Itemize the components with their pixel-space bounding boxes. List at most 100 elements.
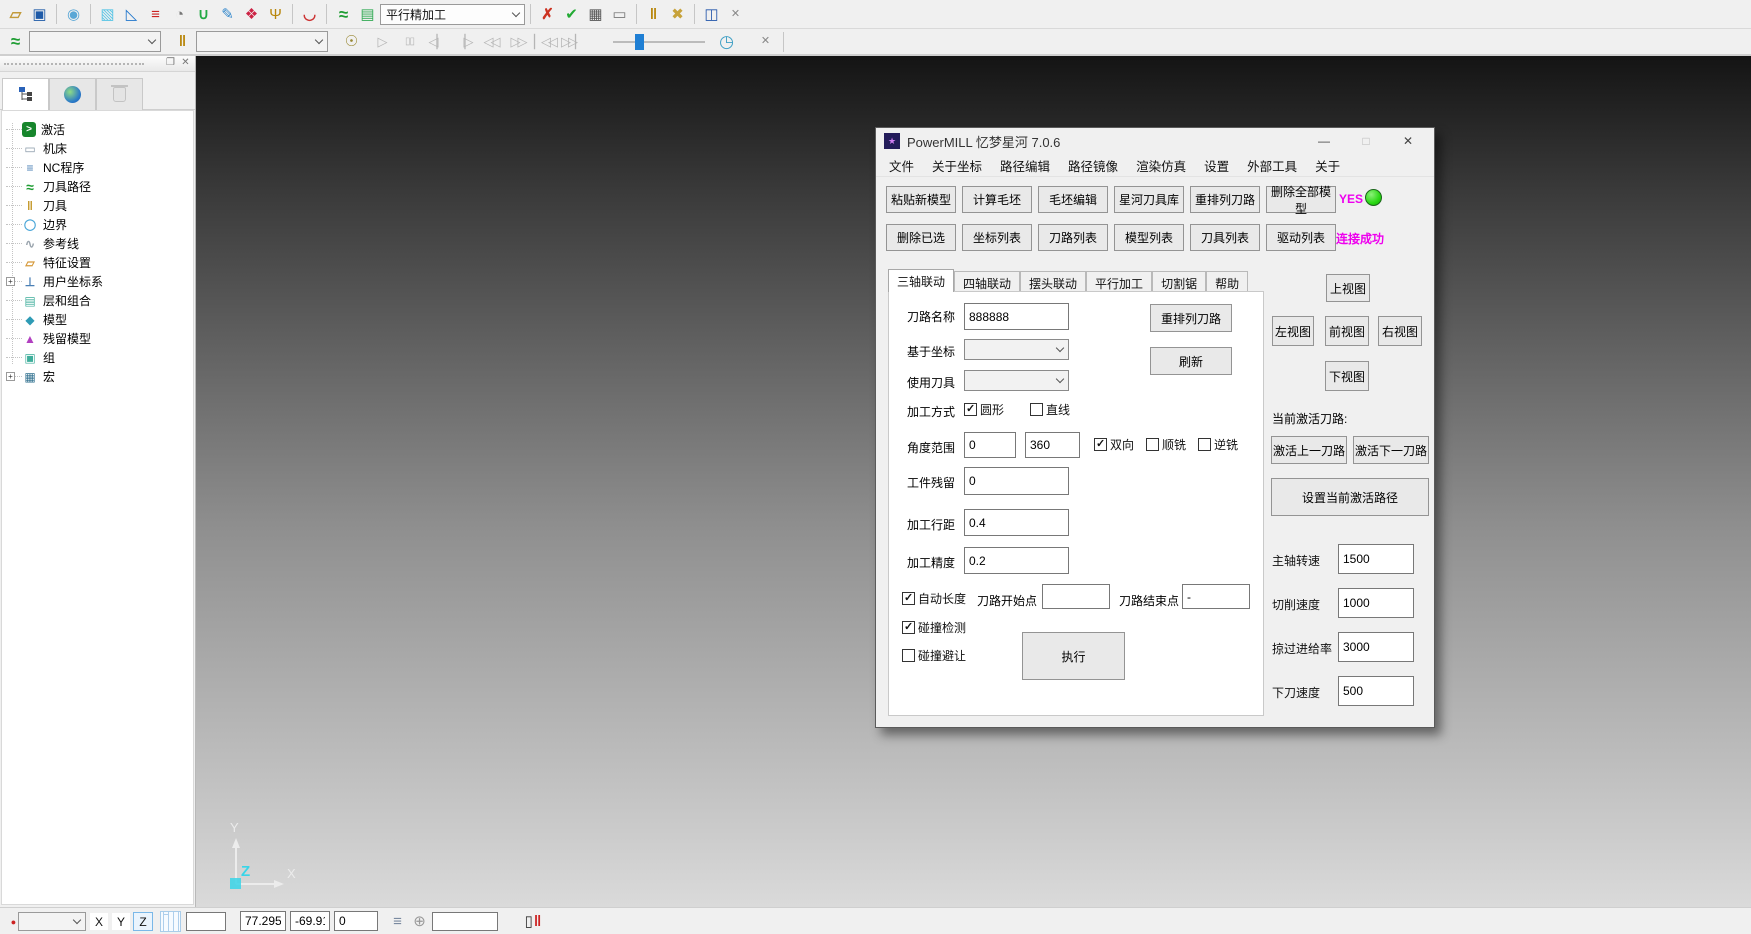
action-button[interactable]: 驱动列表 xyxy=(1266,224,1336,251)
toolpath-name-input[interactable] xyxy=(964,303,1069,330)
tree-item[interactable]: + 模型 xyxy=(2,310,193,329)
axis-toggle-button[interactable]: Z xyxy=(133,912,153,931)
drill-icon[interactable] xyxy=(298,3,321,26)
close-panel-icon[interactable]: ✕ xyxy=(179,57,192,68)
checkbox-option[interactable]: 顺铣 xyxy=(1146,436,1186,453)
dialog-tab[interactable]: 切割锯 xyxy=(1152,271,1206,292)
draw-tool-icon[interactable] xyxy=(216,3,239,26)
view-top-button[interactable]: 上视图 xyxy=(1326,274,1370,302)
points-icon[interactable] xyxy=(240,3,263,26)
checkbox[interactable] xyxy=(1030,403,1043,416)
dialog-tab[interactable]: 平行加工 xyxy=(1086,271,1152,292)
menu-item[interactable]: 设置 xyxy=(1195,153,1238,178)
angle-to-input[interactable] xyxy=(1025,432,1080,458)
step-back-icon[interactable] xyxy=(425,30,448,53)
menu-item[interactable]: 外部工具 xyxy=(1238,153,1306,178)
tree-item[interactable]: + 机床 xyxy=(2,139,193,158)
dialog-tab[interactable]: 帮助 xyxy=(1206,271,1248,292)
calculator-icon[interactable] xyxy=(584,3,607,26)
panel-grip[interactable]: ❐ ✕ xyxy=(0,56,195,72)
xyz-list-icon[interactable] xyxy=(386,910,409,933)
leads-icon[interactable] xyxy=(192,3,215,26)
go-start-icon[interactable] xyxy=(533,30,556,53)
clock-icon[interactable] xyxy=(715,30,738,53)
action-button[interactable]: 粘贴新模型 xyxy=(886,186,956,213)
rearrange-toolpath-button[interactable]: 重排列刀路 xyxy=(1150,304,1232,332)
speed-input[interactable] xyxy=(1338,544,1414,574)
zlevel-icon[interactable] xyxy=(144,3,167,26)
play-icon[interactable] xyxy=(371,30,394,53)
bulb-icon[interactable] xyxy=(340,30,363,53)
tree-item[interactable]: + 特征设置 xyxy=(2,253,193,272)
end-point-input[interactable] xyxy=(1182,584,1250,609)
tree-item[interactable]: + 刀具 xyxy=(2,196,193,215)
find-blocks-icon[interactable] xyxy=(700,3,723,26)
activate-next-toolpath-button[interactable]: 激活下一刀路 xyxy=(1353,436,1429,464)
strategy-ball-icon[interactable] xyxy=(168,3,191,26)
tree-item[interactable]: + 用户坐标系 xyxy=(2,272,193,291)
dialog-tab[interactable]: 摆头联动 xyxy=(1020,271,1086,292)
activate-prev-toolpath-button[interactable]: 激活上一刀路 xyxy=(1271,436,1347,464)
action-button[interactable]: 刀路列表 xyxy=(1038,224,1108,251)
menu-item[interactable]: 文件 xyxy=(880,153,923,178)
minimize-button[interactable]: — xyxy=(1306,128,1342,154)
menu-item[interactable]: 路径编辑 xyxy=(991,153,1059,178)
tool-delete-icon[interactable] xyxy=(536,3,559,26)
tool-check-icon[interactable] xyxy=(560,3,583,26)
pause-output-icon[interactable] xyxy=(518,910,548,933)
action-button[interactable]: 星河刀具库 xyxy=(1114,186,1184,213)
collision-avoid-option[interactable]: 碰撞避让 xyxy=(902,647,966,664)
open-icon[interactable] xyxy=(4,3,27,26)
axis-toggle-button[interactable]: Y xyxy=(111,912,131,931)
dialog-tab[interactable]: 三轴联动 xyxy=(888,269,954,292)
checkbox-option[interactable]: 逆铣 xyxy=(1198,436,1238,453)
tree-item[interactable]: + 残留模型 xyxy=(2,329,193,348)
expand-toggle-icon[interactable]: + xyxy=(6,277,15,286)
use-tool-dropdown[interactable] xyxy=(964,370,1069,391)
block-icon[interactable] xyxy=(96,3,119,26)
tree-item[interactable]: + NC程序 xyxy=(2,158,193,177)
step-forward-icon[interactable] xyxy=(452,30,475,53)
angle-from-input[interactable] xyxy=(964,432,1016,458)
checkbox[interactable] xyxy=(1146,438,1159,451)
save-icon[interactable] xyxy=(28,3,51,26)
action-button[interactable]: 计算毛坯 xyxy=(962,186,1032,213)
tool-holder-icon[interactable] xyxy=(264,3,287,26)
checkbox-option[interactable]: 直线 xyxy=(1030,401,1070,418)
checkbox[interactable] xyxy=(902,592,915,605)
close-icon[interactable] xyxy=(754,30,777,53)
search-back-icon[interactable] xyxy=(479,30,502,53)
start-point-input[interactable] xyxy=(1042,584,1110,609)
tree-item[interactable]: + 边界 xyxy=(2,215,193,234)
status-dropdown[interactable] xyxy=(18,912,86,931)
coord-y-input[interactable] xyxy=(290,911,330,931)
base-coord-dropdown[interactable] xyxy=(964,339,1069,360)
expand-toggle-icon[interactable]: + xyxy=(6,372,15,381)
slider-thumb[interactable] xyxy=(635,34,644,50)
tab-globe[interactable] xyxy=(49,78,96,110)
stock-remain-input[interactable] xyxy=(964,467,1069,495)
auto-length-option[interactable]: 自动长度 xyxy=(902,590,966,607)
checkbox-option[interactable]: 圆形 xyxy=(964,401,1004,418)
tree-item[interactable]: + 参考线 xyxy=(2,234,193,253)
tree-item[interactable]: + 激活 xyxy=(2,120,193,139)
go-end-icon[interactable] xyxy=(560,30,583,53)
checkbox[interactable] xyxy=(964,403,977,416)
menu-item[interactable]: 路径镜像 xyxy=(1059,153,1127,178)
tool-pair-icon[interactable] xyxy=(642,3,665,26)
tolerance-input[interactable] xyxy=(964,547,1069,574)
checkbox[interactable] xyxy=(902,621,915,634)
axis-toggle-button[interactable]: X xyxy=(89,912,109,931)
tab-recycle-bin[interactable] xyxy=(96,78,143,110)
set-active-path-button[interactable]: 设置当前激活路径 xyxy=(1271,478,1429,516)
simulation-speed-slider[interactable] xyxy=(613,32,705,52)
action-button[interactable]: 毛坯编辑 xyxy=(1038,186,1108,213)
flask-icon[interactable] xyxy=(62,3,85,26)
menu-item[interactable]: 关于 xyxy=(1306,153,1349,178)
dialog-titlebar[interactable]: PowerMILL 忆梦星河 7.0.6 — □ ✕ xyxy=(876,128,1434,154)
action-button[interactable]: 刀具列表 xyxy=(1190,224,1260,251)
measure-icon[interactable] xyxy=(608,3,631,26)
speed-input[interactable] xyxy=(1338,588,1414,618)
probe-icon[interactable] xyxy=(408,910,431,933)
grip-handle[interactable] xyxy=(4,63,144,65)
